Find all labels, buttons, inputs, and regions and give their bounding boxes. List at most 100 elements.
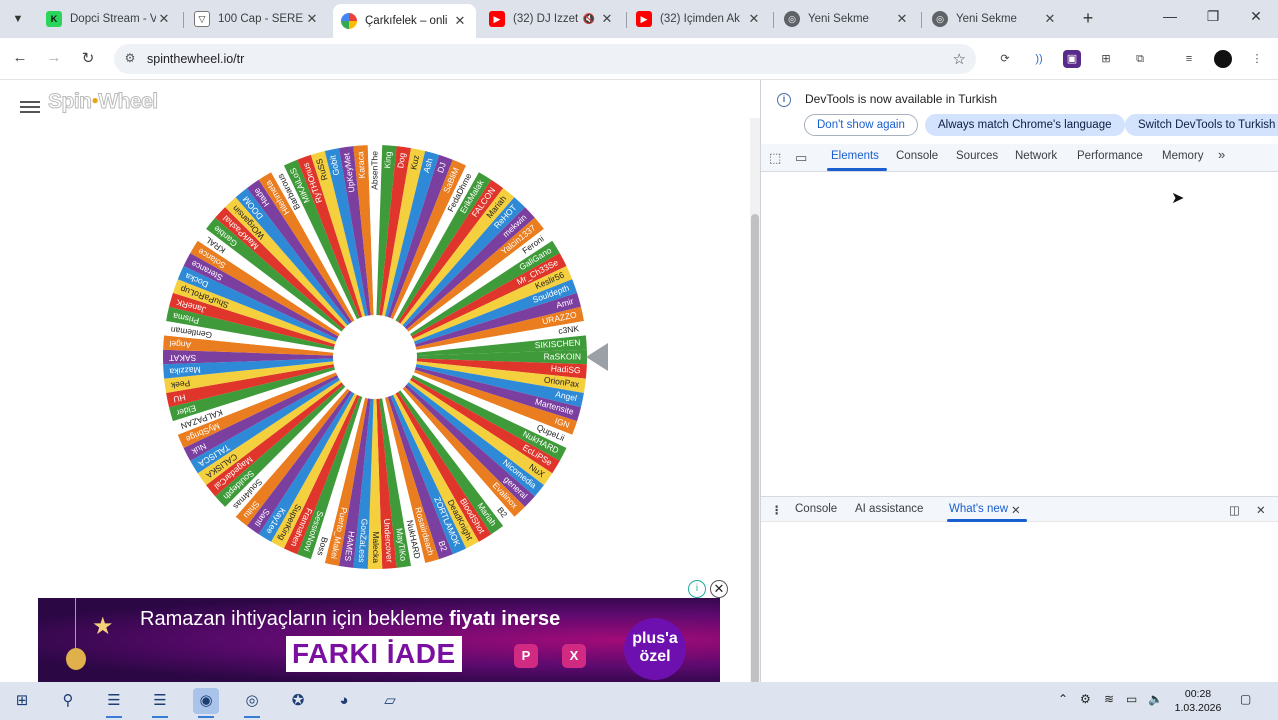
tab-title: 100 Cap - SEREN bbox=[218, 13, 304, 25]
page-scrollbar[interactable] bbox=[750, 118, 760, 682]
tab-close-icon[interactable]: ✕ bbox=[894, 11, 910, 27]
tray-chevron-icon[interactable]: ⌃ bbox=[1058, 692, 1068, 706]
ad-banner[interactable]: ★ Ramazan ihtiyaçların için bekleme fiya… bbox=[38, 598, 720, 682]
tab-search-chevron-icon[interactable]: ▼ bbox=[6, 8, 30, 30]
v-icon: ▽ bbox=[194, 11, 210, 27]
new-tab-button[interactable]: + bbox=[1078, 9, 1098, 29]
device-toolbar-icon[interactable]: ▭ bbox=[795, 150, 807, 166]
profile-avatar[interactable] bbox=[1214, 50, 1232, 68]
tab-memory[interactable]: Memory bbox=[1162, 150, 1204, 162]
wheel-entry-label: Dog bbox=[395, 152, 407, 169]
tab-separator bbox=[773, 12, 774, 28]
youtube-icon: ▶ bbox=[636, 11, 652, 27]
notepad-icon[interactable]: ▱ bbox=[377, 688, 403, 714]
drawer-tab-ai-assistance[interactable]: AI assistance bbox=[855, 503, 923, 515]
spin-wheel[interactable]: RaSKOIN HadiSG OrionPax Angel Martensite IGN Q… bbox=[160, 142, 590, 572]
reload-icon[interactable]: ↻ bbox=[77, 49, 99, 71]
tab-network[interactable]: Network bbox=[1015, 150, 1057, 162]
tab-dj-izzet[interactable]: ▶ (32) DJ İzzet 🔇 ✕ bbox=[481, 4, 623, 34]
speaker-muted-icon[interactable]: 🔇 bbox=[583, 14, 595, 25]
site-logo[interactable]: Spin●Wheel bbox=[48, 90, 159, 114]
clock-date: 1.03.2026 bbox=[1174, 702, 1222, 714]
media-controls-icon[interactable]: ≡ bbox=[1180, 50, 1198, 68]
tab-performance[interactable]: Performance bbox=[1077, 150, 1143, 162]
drawer-tab-whats-new[interactable]: What's new bbox=[949, 503, 1008, 515]
clock-time: 00:28 bbox=[1184, 688, 1212, 700]
wifi-icon[interactable]: ≋ bbox=[1104, 692, 1114, 706]
always-match-language-button[interactable]: Always match Chrome's language bbox=[925, 114, 1125, 136]
switch-to-turkish-button[interactable]: Switch DevTools to Turkish bbox=[1125, 114, 1278, 136]
search-icon[interactable]: ⚲ bbox=[55, 688, 81, 714]
hamburger-menu-icon[interactable] bbox=[20, 98, 40, 116]
tab-yeni-sekme-2[interactable]: ◎ Yeni Sekme ✕ bbox=[924, 4, 1066, 34]
ad-subheadline: FARKI İADE bbox=[286, 636, 462, 672]
windows-start-icon[interactable]: ⊞ bbox=[9, 688, 35, 714]
tab-close-icon[interactable]: ✕ bbox=[452, 13, 468, 29]
game-app-icon[interactable]: ✪ bbox=[285, 688, 311, 714]
tray-app-icon[interactable]: ⚙ bbox=[1080, 692, 1091, 706]
forward-icon[interactable]: → bbox=[43, 49, 65, 71]
tab-title: Dopci Stream - V bbox=[70, 13, 156, 25]
tab-yeni-sekme-1[interactable]: ◎ Yeni Sekme ✕ bbox=[776, 4, 918, 34]
tab-title: Yeni Sekme bbox=[956, 13, 1017, 25]
tab-dopci-stream[interactable]: K Dopci Stream - V ✕ bbox=[38, 4, 180, 34]
close-drawer-icon[interactable]: ✕ bbox=[1256, 503, 1266, 517]
back-icon[interactable]: ← bbox=[9, 49, 31, 71]
restore-icon[interactable]: ❐ bbox=[1198, 8, 1228, 30]
close-window-icon[interactable]: ✕ bbox=[1241, 8, 1271, 30]
tab-close-icon[interactable]: ✕ bbox=[156, 11, 172, 27]
site-info-icon[interactable]: ⚙ bbox=[122, 51, 138, 67]
wheel-svg[interactable]: RaSKOINHadiSGOrionPaxAngelMartensiteIGNQ… bbox=[160, 142, 590, 572]
drawer-menu-icon[interactable]: ⋮ bbox=[771, 503, 783, 517]
drawer-tab-console[interactable]: Console bbox=[795, 503, 837, 515]
more-tabs-icon[interactable]: » bbox=[1218, 147, 1225, 162]
tab-title: (32) İçimden Ak bbox=[660, 13, 740, 25]
ad-headline: Ramazan ihtiyaçların için bekleme fiyatı… bbox=[140, 608, 560, 631]
menu-kebab-icon[interactable]: ⋮ bbox=[1248, 50, 1266, 68]
tab-close-icon[interactable]: ✕ bbox=[1042, 11, 1058, 27]
tab-close-icon[interactable]: ✕ bbox=[746, 11, 762, 27]
ad-headline-bold: fiyatı inerse bbox=[449, 608, 561, 630]
kick-icon: K bbox=[46, 11, 62, 27]
puzzle-extensions-icon[interactable]: ⧉ bbox=[1131, 50, 1149, 68]
tab-console[interactable]: Console bbox=[896, 150, 938, 162]
tab-elements[interactable]: Elements bbox=[831, 150, 879, 162]
scrollbar-thumb[interactable] bbox=[751, 214, 759, 682]
app-blue-icon[interactable]: ◉ bbox=[193, 688, 219, 718]
lantern-string bbox=[75, 598, 76, 650]
drawer-tab-close-icon[interactable]: ✕ bbox=[1011, 503, 1021, 517]
chrome-taskbar-icon[interactable]: ◎ bbox=[239, 688, 265, 718]
dont-show-again-button[interactable]: Don't show again bbox=[804, 114, 918, 136]
volume-icon[interactable]: 🔈 bbox=[1148, 692, 1163, 706]
purple-extension-icon[interactable]: ▣ bbox=[1063, 50, 1081, 68]
wheel-entry-label: Mazzika bbox=[169, 365, 201, 377]
grid-extension-icon[interactable]: ⊞ bbox=[1097, 50, 1115, 68]
minimize-icon[interactable]: — bbox=[1155, 8, 1185, 30]
url-text[interactable]: spinthewheel.io/tr bbox=[147, 52, 244, 66]
tab-title: Çarkıfelek – onli bbox=[365, 15, 448, 27]
active-tab-indicator bbox=[827, 168, 887, 171]
tab-100-cap[interactable]: ▽ 100 Cap - SEREN ✕ bbox=[186, 4, 328, 34]
tab-close-icon[interactable]: ✕ bbox=[599, 11, 615, 27]
wheel-center[interactable] bbox=[333, 315, 417, 399]
system-clock[interactable]: 00:28 1.03.2026 bbox=[1170, 687, 1226, 715]
logo-text-spin: Spin bbox=[48, 90, 93, 114]
sync-extension-icon[interactable]: ⟳ bbox=[996, 50, 1014, 68]
app-stack-icon-2[interactable]: ☰ bbox=[147, 688, 173, 718]
obs-icon[interactable]: ◕ bbox=[331, 688, 357, 714]
lantern-icon bbox=[66, 648, 86, 670]
inspect-element-icon[interactable]: ⬚ bbox=[769, 150, 781, 166]
address-bar[interactable]: ⚙ spinthewheel.io/tr ☆ bbox=[114, 44, 976, 74]
ad-close-icon[interactable]: ✕ bbox=[710, 580, 728, 598]
dock-side-icon[interactable]: ◫ bbox=[1229, 503, 1240, 517]
tab-carkifelek[interactable]: Çarkıfelek – onli ✕ bbox=[333, 4, 476, 38]
notifications-icon[interactable]: ▢ bbox=[1240, 692, 1251, 706]
tab-sources[interactable]: Sources bbox=[956, 150, 998, 162]
app-stack-icon[interactable]: ☰ bbox=[101, 688, 127, 718]
tab-icimden[interactable]: ▶ (32) İçimden Ak ✕ bbox=[628, 4, 770, 34]
audio-extension-icon[interactable]: )) bbox=[1030, 50, 1048, 68]
bookmark-star-icon[interactable]: ☆ bbox=[953, 50, 966, 68]
battery-icon[interactable]: ▭ bbox=[1126, 692, 1137, 706]
tab-close-icon[interactable]: ✕ bbox=[304, 11, 320, 27]
ad-info-icon[interactable]: i bbox=[688, 580, 706, 598]
